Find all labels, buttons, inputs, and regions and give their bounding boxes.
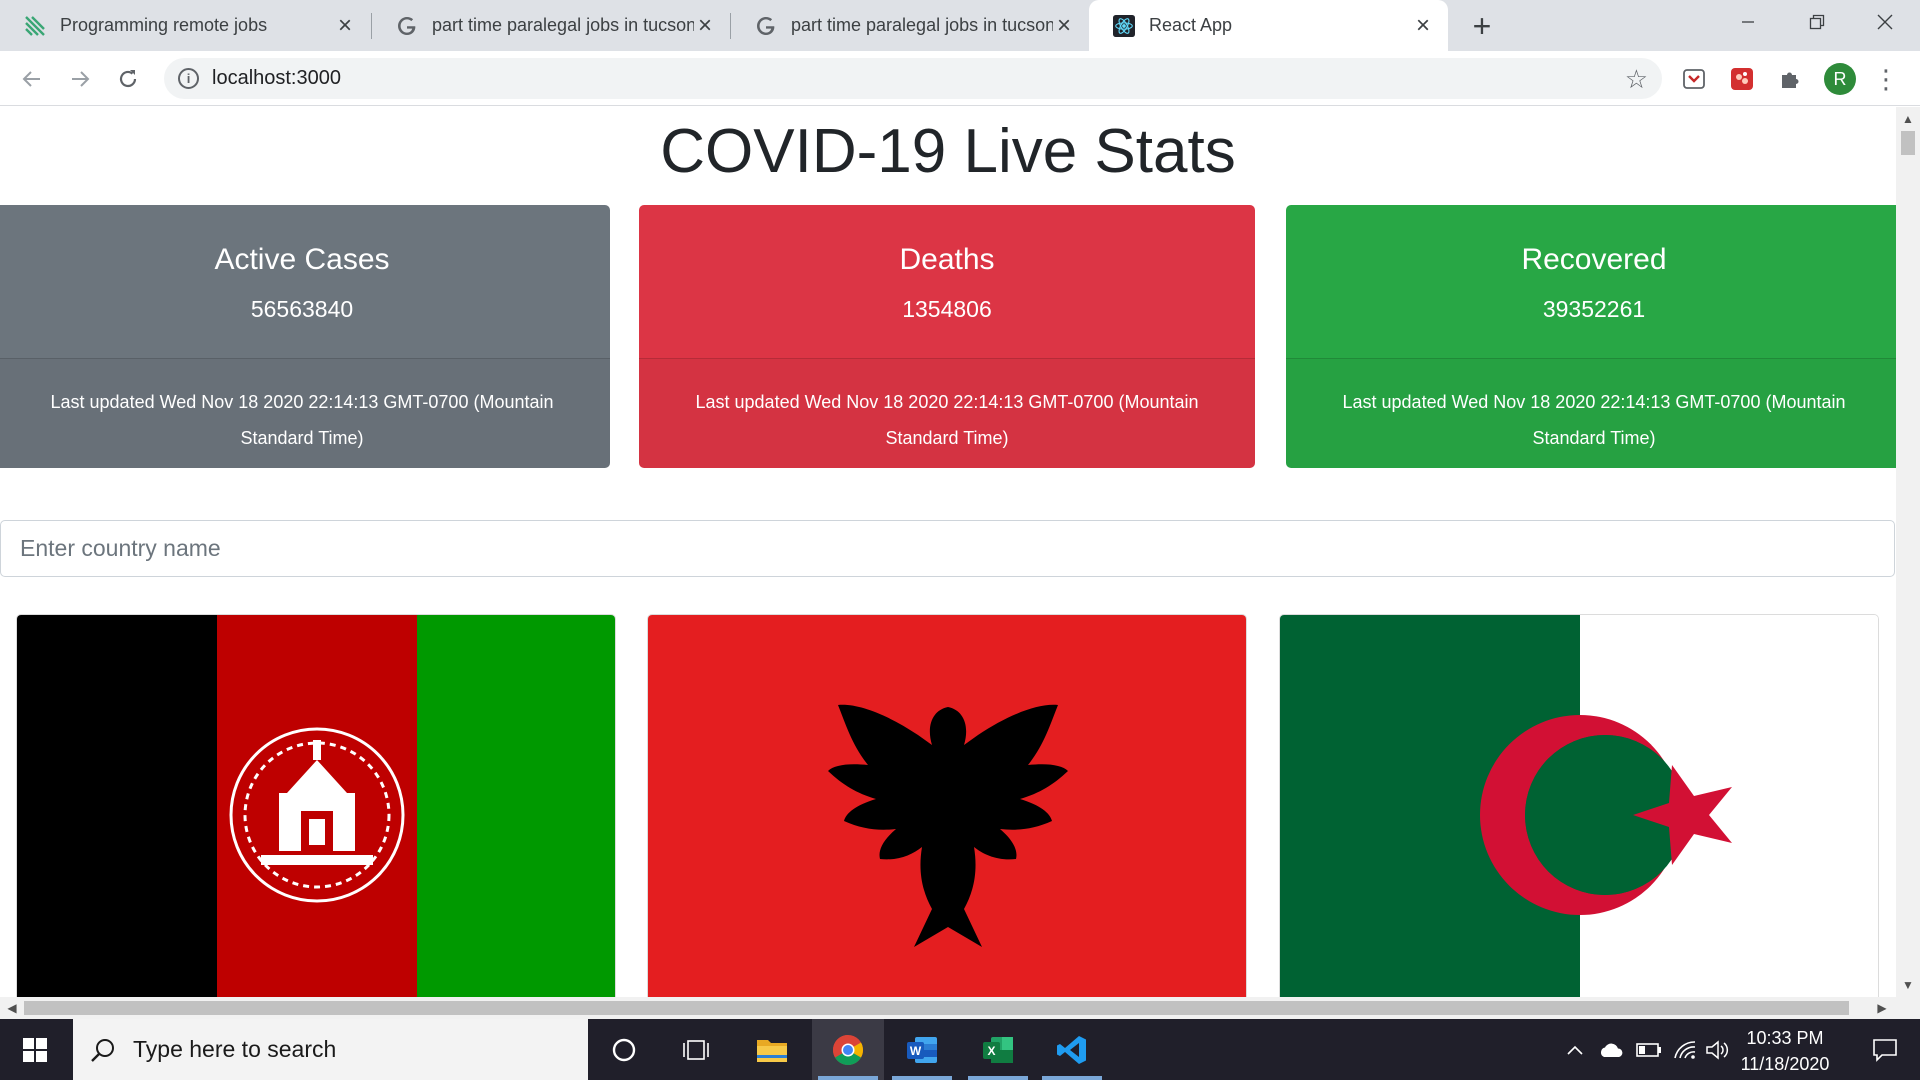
address-bar[interactable]: i ☆	[164, 58, 1662, 99]
card-footer: Last updated Wed Nov 18 2020 22:14:13 GM…	[639, 358, 1255, 468]
albania-flag	[648, 615, 1246, 997]
tab-title: Programming remote jobs	[60, 15, 268, 35]
windows-taskbar: W X 10:33 PM 11/18/2020	[0, 1019, 1920, 1080]
taskbar-clock[interactable]: 10:33 PM 11/18/2020	[1726, 1025, 1844, 1077]
search-icon	[73, 1037, 133, 1063]
reload-button[interactable]	[111, 62, 145, 96]
notification-icon[interactable]	[1850, 1019, 1920, 1080]
minimize-icon	[1742, 21, 1754, 23]
country-card-algeria[interactable]	[1279, 614, 1879, 997]
tab-title: part time paralegal jobs in tucson	[432, 15, 694, 35]
wifi-icon[interactable]	[1668, 1019, 1702, 1080]
minimize-button[interactable]	[1713, 0, 1783, 44]
react-icon	[1113, 14, 1135, 37]
show-hidden-icons[interactable]	[1560, 1019, 1590, 1080]
restore-button[interactable]	[1782, 0, 1852, 44]
recovered-card: Recovered 39352261 Last updated Wed Nov …	[1286, 205, 1896, 468]
tab-strip: Programming remote jobs × part time para…	[0, 0, 1920, 51]
more-menu-icon[interactable]: ⋮	[1873, 64, 1899, 94]
card-value: 1354806	[902, 296, 992, 322]
deaths-card: Deaths 1354806 Last updated Wed Nov 18 2…	[639, 205, 1255, 468]
chevron-up-icon	[1567, 1045, 1583, 1055]
arrow-left-icon	[22, 71, 40, 87]
svg-text:W: W	[910, 1044, 922, 1058]
card-body: Recovered 39352261	[1286, 205, 1896, 358]
forward-button[interactable]	[63, 62, 97, 96]
vscode-icon[interactable]	[1036, 1019, 1108, 1080]
page-title: COVID-19 Live Stats	[660, 117, 1236, 186]
close-icon[interactable]: ×	[1053, 12, 1075, 39]
info-icon[interactable]: i	[178, 68, 199, 89]
card-value: 39352261	[1542, 296, 1646, 322]
scroll-up-icon[interactable]: ▲	[1896, 109, 1920, 129]
card-value: 56563840	[250, 296, 354, 322]
card-title: Deaths	[899, 243, 995, 276]
excel-icon[interactable]: X	[962, 1019, 1034, 1080]
country-card-albania[interactable]	[647, 614, 1247, 997]
page-viewport: COVID-19 Live Stats Active Cases 5656384…	[0, 107, 1896, 997]
scroll-down-icon[interactable]: ▼	[1896, 975, 1920, 995]
scroll-right-icon[interactable]: ▶	[1871, 997, 1893, 1019]
tab-paralegal-jobs-1[interactable]: part time paralegal jobs in tucson ×	[372, 0, 730, 51]
file-explorer-icon[interactable]	[736, 1019, 808, 1080]
arrow-right-icon	[72, 71, 90, 87]
close-icon	[1877, 14, 1893, 30]
restore-icon	[1809, 14, 1825, 30]
close-window-button[interactable]	[1850, 0, 1920, 44]
vertical-scrollbar[interactable]: ▲ ▼	[1896, 107, 1920, 997]
extensions-puzzle-icon[interactable]	[1776, 65, 1804, 93]
tab-react-app[interactable]: React App ×	[1089, 0, 1448, 51]
card-body: Deaths 1354806	[639, 205, 1255, 358]
profile-avatar[interactable]: R	[1824, 63, 1856, 95]
scrollbar-thumb[interactable]	[24, 1001, 1849, 1015]
scroll-left-icon[interactable]: ◀	[1, 997, 23, 1019]
clock-time: 10:33 PM	[1746, 1028, 1824, 1048]
active-cases-card: Active Cases 56563840 Last updated Wed N…	[0, 205, 610, 468]
tab-programming-remote-jobs[interactable]: Programming remote jobs ×	[0, 0, 370, 51]
afghanistan-flag	[17, 615, 615, 997]
url-input[interactable]	[212, 63, 1562, 94]
card-body: Active Cases 56563840	[0, 205, 610, 358]
google-icon	[396, 15, 418, 37]
card-footer: Last updated Wed Nov 18 2020 22:14:13 GM…	[0, 358, 610, 468]
extension-red-icon[interactable]	[1728, 65, 1756, 93]
close-icon[interactable]: ×	[1412, 12, 1434, 39]
scrollbar-thumb[interactable]	[1901, 131, 1915, 155]
reload-icon	[119, 70, 137, 88]
task-view-icon[interactable]	[660, 1019, 732, 1080]
windows-icon	[23, 1037, 47, 1062]
tab-title: part time paralegal jobs in tucson	[791, 15, 1053, 35]
tab-paralegal-jobs-2[interactable]: part time paralegal jobs in tucson ×	[731, 0, 1089, 51]
new-tab-button[interactable]: +	[1466, 8, 1498, 44]
clock-date: 11/18/2020	[1740, 1054, 1830, 1074]
country-card-afghanistan[interactable]	[16, 614, 616, 997]
tab-title: React App	[1149, 15, 1233, 35]
chrome-icon[interactable]	[812, 1019, 884, 1080]
svg-text:X: X	[987, 1044, 995, 1058]
close-icon[interactable]: ×	[334, 12, 356, 39]
close-icon[interactable]: ×	[694, 12, 716, 39]
onedrive-icon[interactable]	[1594, 1019, 1628, 1080]
battery-icon[interactable]	[1632, 1019, 1666, 1080]
card-title: Active Cases	[214, 243, 390, 276]
cortana-icon[interactable]	[588, 1019, 660, 1080]
back-button[interactable]	[15, 62, 49, 96]
card-footer: Last updated Wed Nov 18 2020 22:14:13 GM…	[1286, 358, 1896, 468]
extension-pocket-icon[interactable]	[1680, 65, 1708, 93]
taskbar-search-input[interactable]	[133, 1036, 553, 1063]
bookmark-star-icon[interactable]: ☆	[1625, 64, 1648, 95]
card-title: Recovered	[1521, 243, 1667, 276]
browser-toolbar: i ☆	[0, 51, 1920, 106]
word-icon[interactable]: W	[886, 1019, 958, 1080]
remote-jobs-icon	[24, 15, 46, 37]
horizontal-scrollbar[interactable]: ◀ ▶	[0, 997, 1920, 1019]
country-search-input[interactable]	[0, 520, 1895, 577]
taskbar-search[interactable]	[73, 1019, 588, 1080]
algeria-flag	[1280, 615, 1878, 997]
start-button[interactable]	[0, 1019, 70, 1080]
google-icon	[755, 15, 777, 37]
